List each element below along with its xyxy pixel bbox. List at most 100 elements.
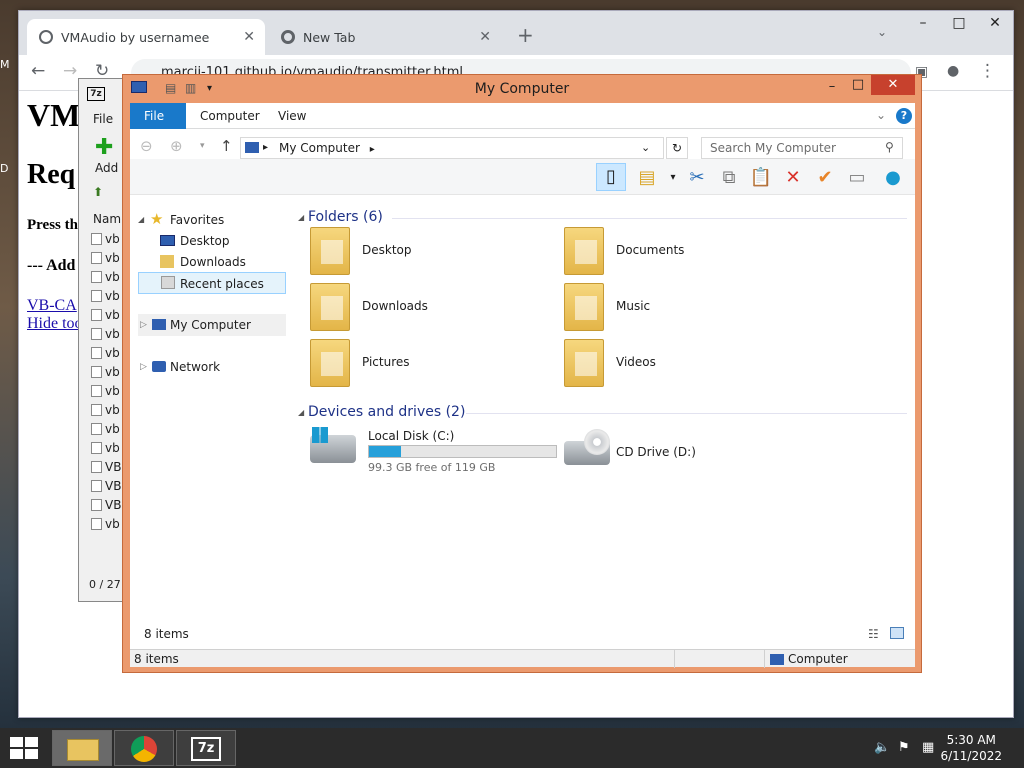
breadcrumb-chevron-icon[interactable]: ▸ (370, 144, 375, 155)
rename-icon[interactable]: ▭ (844, 165, 870, 191)
column-name[interactable]: Nam (93, 212, 121, 226)
status-item-count: 8 items (134, 652, 179, 666)
folder-item[interactable]: Music (564, 283, 804, 337)
paste-icon[interactable]: 📋 (748, 165, 774, 191)
drive-cd[interactable]: CD Drive (D:) (564, 427, 804, 481)
breadcrumb[interactable]: My Computer (279, 141, 360, 155)
up-icon[interactable]: ↑ (220, 137, 233, 155)
collapse-group-icon[interactable]: ◢ (298, 213, 304, 222)
taskbar-file-explorer[interactable] (52, 730, 112, 766)
add-button[interactable]: Add (95, 161, 118, 175)
delete-icon[interactable]: ✕ (780, 165, 806, 191)
close-icon[interactable]: ✕ (977, 11, 1013, 37)
maximize-icon[interactable]: □ (845, 77, 871, 93)
breadcrumb-chevron-icon[interactable]: ▸ (263, 138, 268, 158)
close-tab-icon[interactable]: ✕ (243, 29, 255, 45)
folder-item[interactable]: Desktop (310, 227, 550, 281)
page-link[interactable]: VB-CA (27, 297, 77, 315)
tab-vmaudio[interactable]: VMAudio by usernamee ✕ (27, 19, 265, 55)
file-icon (91, 271, 102, 283)
expand-ribbon-icon[interactable]: ⌄ (876, 108, 886, 122)
details-view-icon[interactable]: ☷ (868, 627, 879, 641)
close-icon[interactable]: ✕ (871, 75, 915, 95)
menu-file[interactable]: File (93, 112, 113, 126)
ribbon-tab-computer[interactable]: Computer (186, 103, 274, 129)
file-name: vb (105, 346, 120, 360)
new-tab-icon[interactable]: + (517, 23, 534, 47)
minimize-icon[interactable]: – (905, 11, 941, 37)
close-tab-icon[interactable]: ✕ (479, 29, 491, 45)
windows-logo-icon (312, 427, 328, 443)
dropdown-icon[interactable]: ▾ (660, 165, 686, 191)
profile-icon[interactable]: ● (947, 63, 959, 79)
expand-icon[interactable]: ▷ (140, 314, 147, 336)
taskbar-7zip[interactable]: 7z (176, 730, 236, 766)
recent-locations-icon[interactable]: ▾ (200, 141, 205, 151)
search-input[interactable]: Search My Computer (701, 137, 903, 159)
preview-pane-icon[interactable]: ▯ (596, 163, 626, 191)
folder-icon (310, 339, 350, 387)
properties-icon[interactable]: ▤ (634, 165, 660, 191)
group-header-folders[interactable]: Folders (6) (308, 209, 383, 225)
file-name: vb (105, 289, 120, 303)
check-icon[interactable]: ✔ (812, 165, 838, 191)
minimize-icon[interactable]: – (819, 79, 845, 95)
folder-item[interactable]: Videos (564, 339, 804, 393)
tab-search-icon[interactable]: ⌄ (877, 25, 887, 39)
nav-label: My Computer (170, 318, 251, 332)
group-header-drives[interactable]: Devices and drives (2) (308, 404, 465, 420)
group-divider (466, 413, 907, 414)
drive-free-space: 99.3 GB free of 119 GB (368, 461, 496, 474)
cut-icon[interactable]: ✂ (684, 165, 710, 191)
folder-item[interactable]: Documents (564, 227, 804, 281)
file-name: vb (105, 308, 120, 322)
up-folder-icon[interactable]: ⬆ (93, 185, 103, 199)
nav-downloads[interactable]: Downloads (138, 251, 286, 273)
nav-desktop[interactable]: Desktop (138, 230, 286, 252)
status-bar: 8 items Computer (130, 649, 915, 668)
copy-icon[interactable]: ⧉ (716, 165, 742, 191)
expand-icon[interactable]: ▷ (140, 356, 147, 378)
back-icon[interactable]: ← (31, 61, 45, 81)
forward-icon[interactable]: ⊕ (170, 137, 183, 155)
start-button[interactable] (10, 737, 38, 759)
nav-network[interactable]: ▷ Network (138, 356, 286, 378)
collapse-group-icon[interactable]: ◢ (298, 408, 304, 417)
nav-favorites[interactable]: ★ Favorites (138, 209, 286, 231)
drive-local-disk[interactable]: Local Disk (C:) 99.3 GB free of 119 GB (310, 427, 560, 481)
address-dropdown-icon[interactable]: ⌄ (641, 138, 650, 158)
nav-my-computer[interactable]: ▷ My Computer (138, 314, 286, 336)
network-status-icon[interactable]: ▦ (922, 740, 934, 755)
system-clock[interactable]: 5:30 AM 6/11/2022 (940, 732, 1002, 764)
folder-icon (564, 283, 604, 331)
file-icon (91, 404, 102, 416)
desktop-overlay-icon (321, 240, 343, 264)
nav-recent-places[interactable]: Recent places (138, 272, 286, 294)
large-icons-view-icon[interactable] (890, 627, 904, 639)
file-name: vb (105, 384, 120, 398)
ribbon-tab-file[interactable]: File (130, 103, 186, 129)
action-center-icon[interactable]: ⚑ (898, 740, 910, 755)
file-icon (91, 309, 102, 321)
maximize-icon[interactable]: □ (941, 11, 977, 37)
taskbar-chrome[interactable] (114, 730, 174, 766)
network-globe-icon[interactable]: ● (880, 165, 906, 191)
tab-new-tab[interactable]: New Tab ✕ (269, 19, 501, 55)
folder-label: Downloads (362, 299, 428, 313)
refresh-icon[interactable]: ↻ (666, 137, 688, 159)
forward-icon[interactable]: → (63, 61, 77, 81)
menu-icon[interactable]: ⋮ (979, 61, 996, 81)
ribbon-tab-view[interactable]: View (264, 103, 320, 129)
file-name: vb (105, 232, 120, 246)
file-name: VB (105, 498, 122, 512)
back-icon[interactable]: ⊖ (140, 137, 153, 155)
help-icon[interactable]: ? (896, 108, 912, 124)
file-name: vb (105, 270, 120, 284)
folder-item[interactable]: Pictures (310, 339, 550, 393)
volume-muted-icon[interactable]: 🔈 (874, 740, 890, 755)
page-link[interactable]: Hide too (27, 315, 83, 333)
folder-item[interactable]: Downloads (310, 283, 550, 337)
file-icon (91, 328, 102, 340)
address-bar[interactable]: ▸ My Computer ▸ ⌄ (240, 137, 664, 159)
add-icon[interactable]: ✚ (95, 135, 113, 160)
